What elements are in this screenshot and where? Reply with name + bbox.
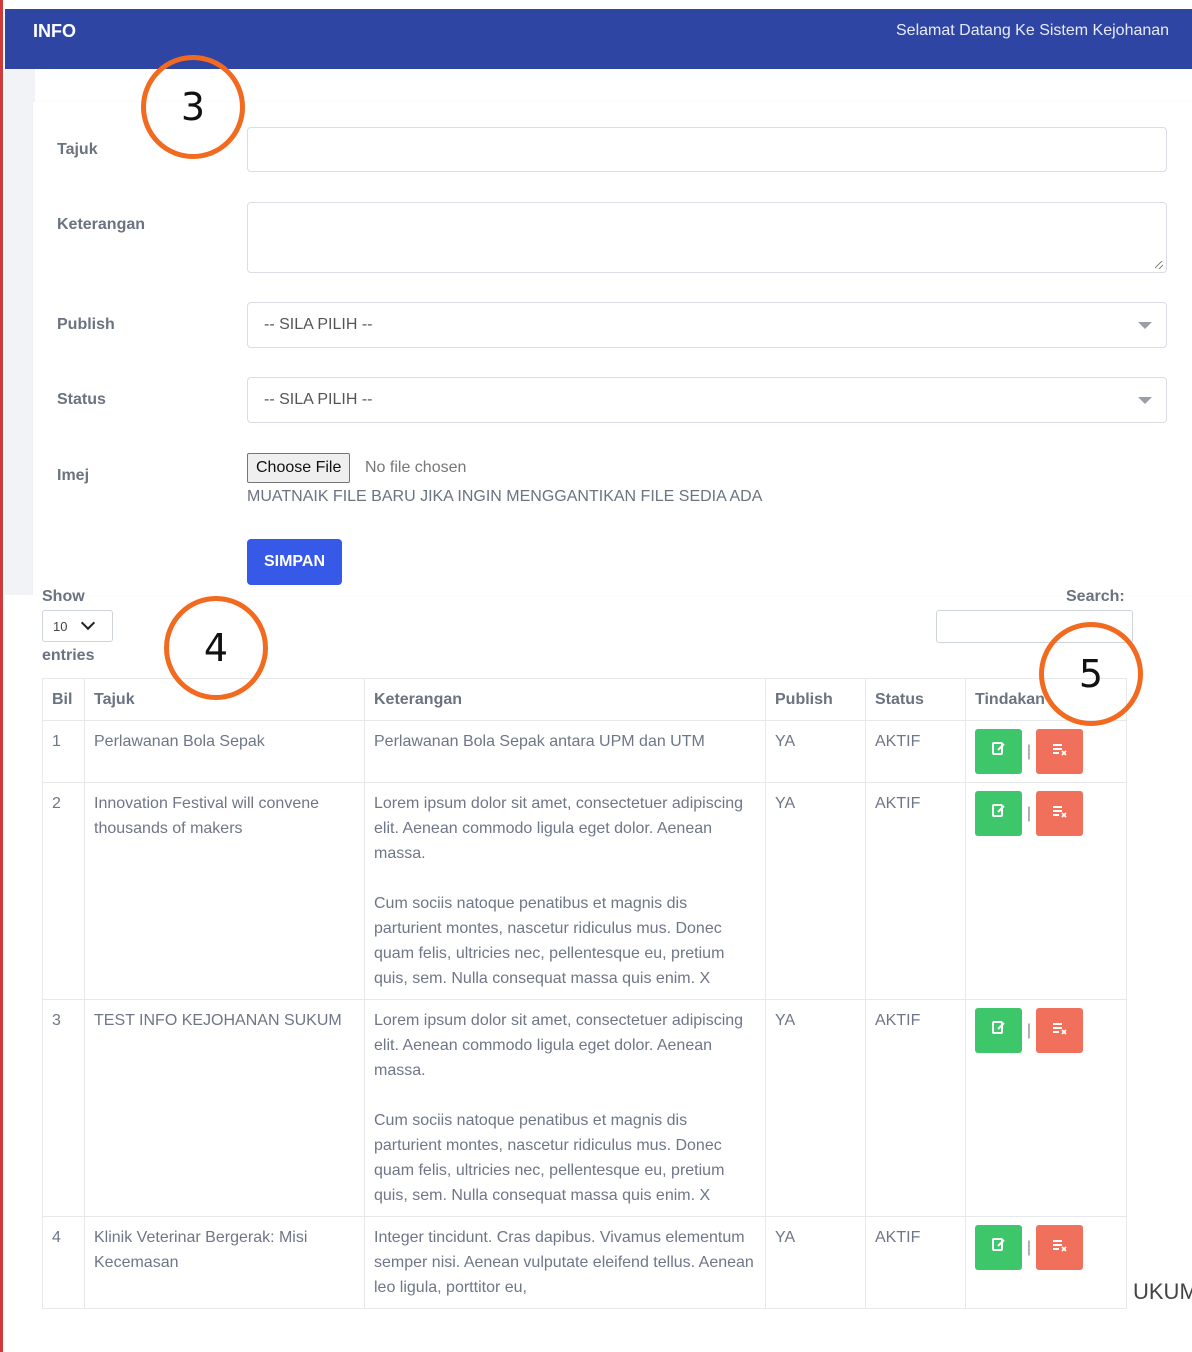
- imej-label: Imej: [57, 467, 90, 484]
- delete-icon: [1052, 739, 1068, 764]
- column-header-publish[interactable]: Publish: [765, 678, 866, 721]
- cell-status: AKTIF: [865, 1216, 966, 1309]
- edit-button[interactable]: [975, 791, 1022, 836]
- cell-publish: YA: [765, 782, 866, 1000]
- choose-file-button[interactable]: Choose File: [247, 453, 351, 483]
- cell-bil: 4: [42, 1216, 85, 1309]
- entries-length-value: 10: [53, 619, 68, 634]
- table-row: 1 Perlawanan Bola Sepak Perlawanan Bola Se…: [42, 720, 1127, 783]
- cell-tindakan: |: [965, 720, 1127, 783]
- row-actions: |: [975, 791, 1117, 836]
- cell-keterangan: Perlawanan Bola Sepak antara UPM dan UTM: [364, 720, 766, 783]
- action-separator: |: [1026, 805, 1032, 822]
- column-header-keterangan[interactable]: Keterangan: [364, 678, 766, 721]
- page-title: INFO: [33, 21, 76, 41]
- action-separator: |: [1026, 1022, 1032, 1039]
- table-row: 4 Klinik Veterinar Bergerak: Misi Kecemas…: [42, 1216, 1127, 1309]
- status-label: Status: [57, 391, 106, 408]
- cell-keterangan: Integer tincidunt. Cras dapibus. Vivamus…: [364, 1216, 766, 1309]
- edit-icon: [991, 739, 1006, 764]
- delete-button[interactable]: [1036, 1008, 1083, 1053]
- edit-icon: [991, 1235, 1006, 1260]
- cell-bil: 2: [42, 782, 85, 1000]
- cell-bil: 1: [42, 720, 85, 783]
- keterangan-textarea[interactable]: [247, 202, 1167, 273]
- save-button[interactable]: SIMPAN: [247, 539, 342, 585]
- cell-publish: YA: [765, 1216, 866, 1309]
- publish-select[interactable]: -- SILA PILIH --: [247, 302, 1167, 348]
- delete-icon: [1052, 1018, 1068, 1043]
- column-header-status[interactable]: Status: [865, 678, 966, 721]
- delete-icon: [1052, 1235, 1068, 1260]
- cell-keterangan: Lorem ipsum dolor sit amet, consectetuer…: [364, 782, 766, 1000]
- cell-keterangan: Lorem ipsum dolor sit amet, consectetuer…: [364, 999, 766, 1217]
- upload-hint: MUATNAIK FILE BARU JIKA INGIN MENGGANTIK…: [247, 488, 763, 505]
- status-select-value: -- SILA PILIH --: [264, 391, 373, 408]
- action-separator: |: [1026, 1239, 1032, 1256]
- cell-tindakan: |: [965, 999, 1127, 1217]
- edit-icon: [991, 1018, 1006, 1043]
- table-row: 2 Innovation Festival will convene thousa…: [42, 782, 1127, 1000]
- annotation-marker-5: 5: [1039, 622, 1143, 726]
- caret-down-icon: [1138, 397, 1152, 404]
- resize-handle-icon[interactable]: [1155, 261, 1163, 269]
- edit-button[interactable]: [975, 1225, 1022, 1270]
- cell-bil: 3: [42, 999, 85, 1217]
- footer-text-fragment: UKUM: [1133, 1279, 1192, 1304]
- publish-label: Publish: [57, 316, 115, 333]
- left-border-line: [0, 0, 3, 1352]
- show-label: Show: [42, 588, 85, 605]
- form-card: [33, 102, 1192, 595]
- welcome-text: Selamat Datang Ke Sistem Kejohanan: [896, 22, 1170, 39]
- info-table: Bil Tajuk Keterangan Publish Status Tind…: [42, 678, 1127, 1309]
- search-label: Search:: [1066, 588, 1125, 605]
- keterangan-label: Keterangan: [57, 216, 146, 233]
- cell-tindakan: |: [965, 1216, 1127, 1309]
- delete-icon: [1052, 801, 1068, 826]
- column-header-bil[interactable]: Bil: [42, 678, 85, 721]
- entries-length-select[interactable]: 10: [42, 610, 113, 642]
- tajuk-input[interactable]: [247, 127, 1167, 172]
- chevron-down-icon: [80, 615, 96, 631]
- edit-button[interactable]: [975, 729, 1022, 774]
- edit-icon: [991, 801, 1006, 826]
- entries-label: entries: [42, 647, 95, 664]
- action-separator: |: [1026, 743, 1032, 760]
- annotation-marker-3: 3: [141, 55, 245, 159]
- delete-button[interactable]: [1036, 729, 1083, 774]
- left-grey-band: [5, 69, 35, 595]
- cell-status: AKTIF: [865, 720, 966, 783]
- no-file-text: No file chosen: [365, 459, 467, 476]
- row-actions: |: [975, 1225, 1117, 1270]
- publish-select-value: -- SILA PILIH --: [264, 316, 373, 333]
- tajuk-label: Tajuk: [57, 141, 98, 158]
- delete-button[interactable]: [1036, 791, 1083, 836]
- cell-tindakan: |: [965, 782, 1127, 1000]
- status-select[interactable]: -- SILA PILIH --: [247, 377, 1167, 423]
- cell-publish: YA: [765, 999, 866, 1217]
- caret-down-icon: [1138, 322, 1152, 329]
- row-actions: |: [975, 1008, 1117, 1053]
- table-row: 3 TEST INFO KEJOHANAN SUKUM Lorem ipsum do…: [42, 999, 1127, 1217]
- cell-tajuk: Perlawanan Bola Sepak: [84, 720, 365, 783]
- cell-tajuk: Klinik Veterinar Bergerak: Misi Kecemasa…: [84, 1216, 365, 1309]
- annotation-marker-4: 4: [164, 596, 268, 700]
- cell-status: AKTIF: [865, 999, 966, 1217]
- delete-button[interactable]: [1036, 1225, 1083, 1270]
- row-actions: |: [975, 729, 1117, 774]
- cell-status: AKTIF: [865, 782, 966, 1000]
- edit-button[interactable]: [975, 1008, 1022, 1053]
- cell-tajuk: Innovation Festival will convene thousan…: [84, 782, 365, 1000]
- cell-tajuk: TEST INFO KEJOHANAN SUKUM: [84, 999, 365, 1217]
- cell-publish: YA: [765, 720, 866, 783]
